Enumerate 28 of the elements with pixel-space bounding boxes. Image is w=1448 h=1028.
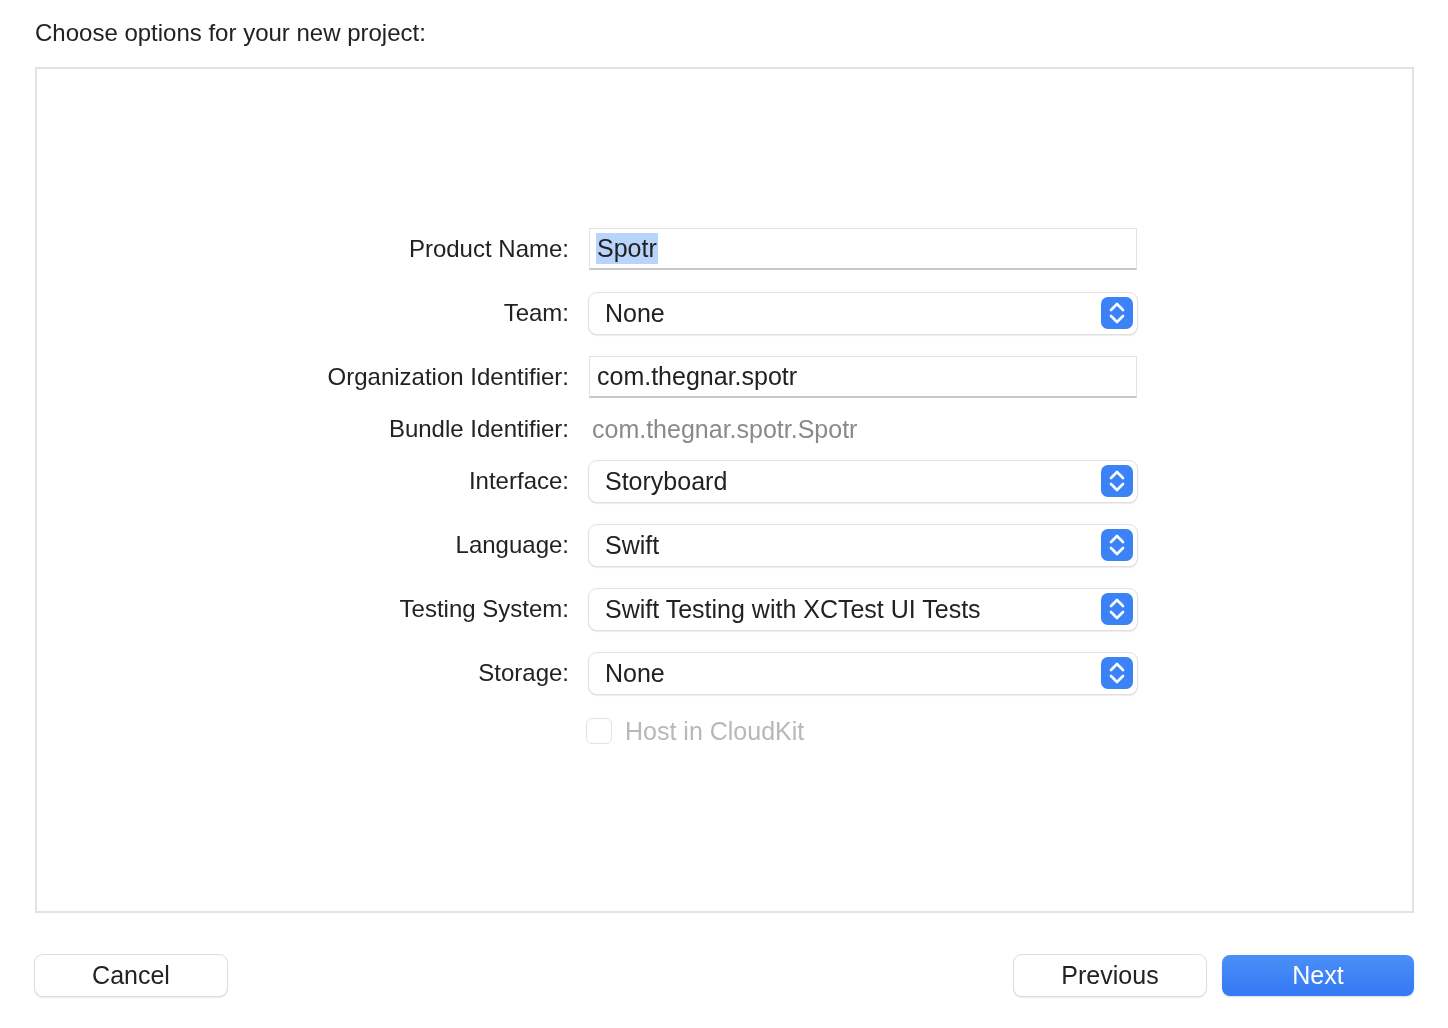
field-label: Product Name: xyxy=(407,235,569,263)
popup-button[interactable]: Swift xyxy=(589,524,1137,566)
popup-button[interactable]: Storyboard xyxy=(589,460,1137,502)
text-field[interactable]: com.thegnar.spotr xyxy=(589,356,1137,398)
up-down-chevron-icon xyxy=(1101,297,1133,329)
popup-label: Testing System: xyxy=(398,595,569,623)
info-label: Bundle Identifier: xyxy=(387,415,569,443)
up-down-chevron-icon xyxy=(1101,593,1133,625)
dialog-button[interactable]: Cancel xyxy=(35,955,227,996)
dialog-heading: Choose options for your new project: xyxy=(35,18,427,48)
popup-label: Interface: xyxy=(467,467,569,495)
up-down-chevron-icon xyxy=(1101,529,1133,561)
popup-button[interactable]: Swift Testing with XCTest UI Tests xyxy=(589,588,1137,630)
popup-button[interactable]: None xyxy=(589,292,1137,334)
popup-label: Team: xyxy=(502,299,569,327)
checkbox-label: Host in CloudKit xyxy=(625,716,805,746)
popup-label: Language: xyxy=(454,531,569,559)
field-value: com.thegnar.spotr xyxy=(596,361,799,392)
up-down-chevron-icon xyxy=(1101,465,1133,497)
bundle-identifier-value: com.thegnar.spotr.Spotr xyxy=(591,414,858,444)
popup-button[interactable]: None xyxy=(589,652,1137,694)
popup-label: Storage: xyxy=(477,659,569,687)
text-field[interactable]: Spotr xyxy=(589,228,1137,270)
up-down-chevron-icon xyxy=(1101,657,1133,689)
field-label: Organization Identifier: xyxy=(326,363,569,391)
dialog-button[interactable]: Previous xyxy=(1014,955,1206,996)
field-value: Spotr xyxy=(596,233,658,264)
primary-button[interactable]: Next xyxy=(1222,955,1414,996)
